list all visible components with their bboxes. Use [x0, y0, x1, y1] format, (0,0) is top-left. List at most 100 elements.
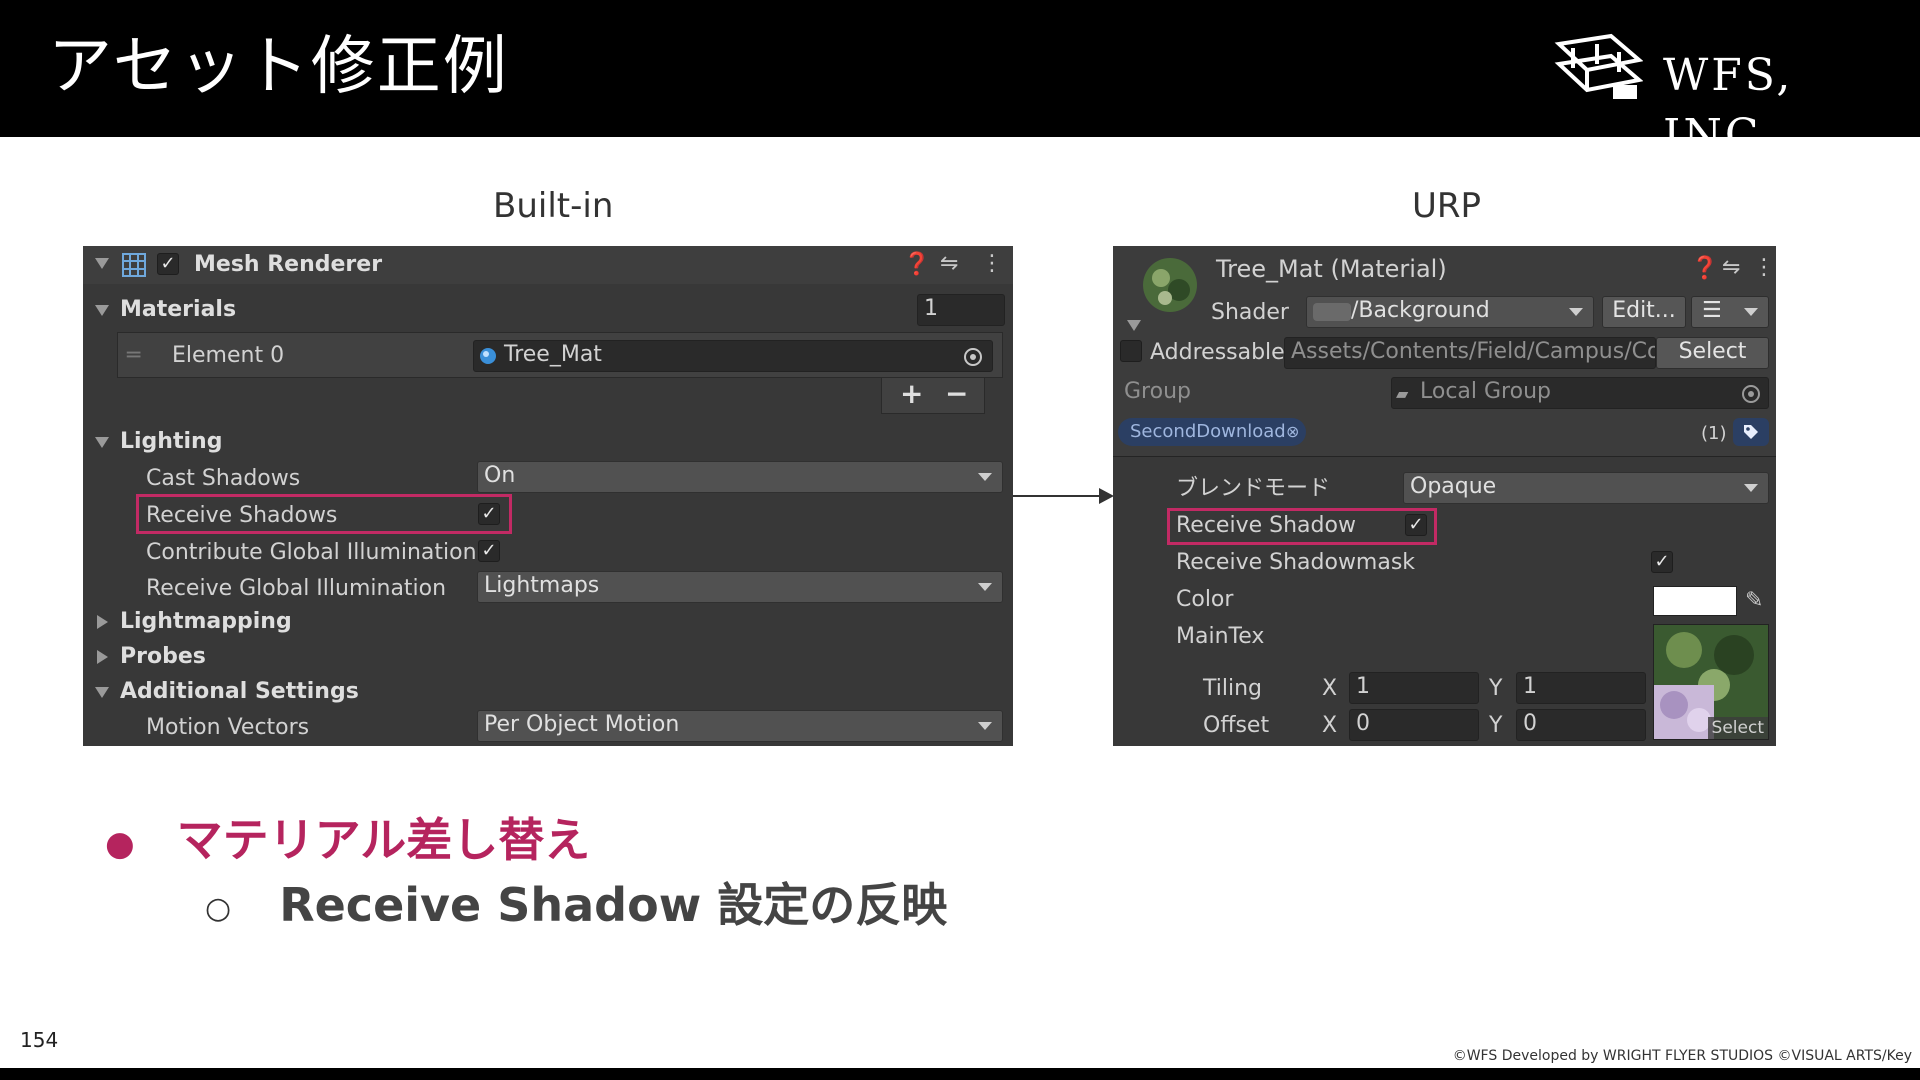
offset-x-field[interactable]: 0 [1349, 709, 1479, 741]
object-picker-icon[interactable] [1741, 384, 1761, 404]
more-menu-icon[interactable]: ⋮ [1753, 256, 1775, 280]
offset-y-label: Y [1489, 713, 1503, 738]
addressable-select-button[interactable]: Select [1656, 337, 1769, 369]
lightmapping-label: Lightmapping [120, 609, 292, 634]
lightmapping-fold-icon[interactable] [97, 615, 108, 629]
remove-element-button[interactable]: − [945, 380, 968, 408]
material-fold-icon[interactable] [1127, 320, 1141, 331]
addressable-checkbox[interactable] [1120, 340, 1142, 362]
shader-edit-button[interactable]: Edit... [1602, 296, 1686, 328]
cast-shadows-label: Cast Shadows [146, 466, 301, 491]
addressable-path-field[interactable]: Assets/Contents/Field/Campus/Co [1284, 337, 1656, 369]
tag-label: SecondDownload [1130, 421, 1286, 442]
receive-shadowmask-label: Receive Shadowmask [1176, 550, 1416, 575]
tag-icon-button[interactable] [1733, 418, 1769, 446]
cast-shadows-value: On [484, 463, 516, 488]
motion-vectors-value: Per Object Motion [484, 712, 680, 737]
probes-label: Probes [120, 644, 206, 669]
blend-mode-label: ブレンドモード [1176, 476, 1331, 501]
lighting-fold-icon[interactable] [95, 437, 109, 448]
builtin-caption: Built-in [493, 186, 614, 226]
footer-bar [0, 1068, 1920, 1080]
contribute-gi-checkbox[interactable]: ✓ [478, 540, 500, 562]
materials-fold-icon[interactable] [95, 305, 109, 316]
bullet-dot-icon: ● [105, 823, 135, 864]
object-picker-icon[interactable] [963, 347, 983, 367]
receive-shadow-highlight [1167, 508, 1437, 545]
texture-select-button[interactable]: Select [1707, 717, 1768, 739]
shader-value: /Background [1351, 298, 1490, 323]
chevron-down-icon [978, 722, 992, 730]
group-object-field[interactable]: Local Group [1391, 377, 1769, 409]
folder-icon: ▰ [1396, 384, 1409, 403]
lighting-label: Lighting [120, 429, 223, 454]
cast-shadows-dropdown[interactable]: On [477, 461, 1003, 493]
page-number: 154 [20, 1028, 59, 1052]
bullet-main-text: マテリアル差し替え [176, 813, 591, 867]
element0-object-field[interactable]: Tree_Mat [473, 340, 993, 372]
motion-vectors-dropdown[interactable]: Per Object Motion [477, 710, 1003, 742]
header-separator [1113, 456, 1776, 457]
receive-shadowmask-checkbox[interactable]: ✓ [1651, 551, 1673, 573]
addressable-label: Addressable [1150, 340, 1285, 365]
bullet-circle-icon: ○ [205, 890, 232, 926]
receive-gi-value: Lightmaps [484, 573, 600, 598]
shader-path-blur [1313, 303, 1351, 321]
receive-shadows-highlight [136, 494, 512, 534]
offset-x-label: X [1322, 713, 1338, 738]
shader-options-dropdown[interactable]: ☰ [1691, 296, 1769, 328]
bullet-sub-text: Receive Shadow 設定の反映 [279, 878, 948, 932]
shader-label: Shader [1211, 300, 1289, 325]
component-enabled-checkbox[interactable]: ✓ [157, 253, 179, 275]
company-logo-text: WFS, INC. [1663, 50, 1794, 161]
receive-gi-dropdown[interactable]: Lightmaps [477, 571, 1003, 603]
collapse-arrow-icon[interactable] [95, 258, 109, 269]
builtin-inspector-panel: ✓ Mesh Renderer ❓ ⇋ ⋮ Materials 1 ═ Elem… [83, 246, 1013, 746]
more-menu-icon[interactable]: ⋮ [981, 252, 1003, 276]
help-icon[interactable]: ❓ [1691, 257, 1718, 281]
color-label: Color [1176, 587, 1234, 612]
tiling-y-field[interactable]: 1 [1516, 672, 1646, 704]
bullet-material-replace: ● マテリアル差し替え [105, 810, 590, 874]
eyedropper-icon[interactable]: ✎ [1745, 589, 1763, 613]
blend-mode-dropdown[interactable]: Opaque [1403, 472, 1769, 504]
group-label: Group [1124, 379, 1191, 404]
list-icon: ☰ [1702, 298, 1722, 323]
tag-icon [1744, 425, 1758, 439]
material-title: Tree_Mat (Material) [1216, 255, 1447, 283]
material-preview-icon [1143, 258, 1197, 312]
preset-icon[interactable]: ⇋ [940, 252, 958, 276]
preset-icon[interactable]: ⇋ [1722, 256, 1740, 280]
additional-settings-label: Additional Settings [120, 679, 359, 704]
tag-count: (1) [1701, 423, 1727, 444]
bullet-receive-shadow: ○ Receive Shadow 設定の反映 [205, 875, 947, 939]
chevron-down-icon [1744, 308, 1758, 316]
add-element-button[interactable]: + [900, 380, 923, 408]
element0-label: Element 0 [172, 343, 285, 368]
probes-fold-icon[interactable] [97, 650, 108, 664]
color-swatch[interactable] [1653, 586, 1737, 616]
label-tag-chip[interactable]: SecondDownload ⊗ [1118, 418, 1306, 446]
biplane-logo-icon [1554, 33, 1643, 99]
copyright-notice: ©WFS Developed by WRIGHT FLYER STUDIOS ©… [1452, 1048, 1912, 1064]
urp-caption: URP [1412, 186, 1482, 226]
drag-handle-icon[interactable]: ═ [127, 344, 140, 368]
maintex-label: MainTex [1176, 624, 1265, 649]
blend-mode-value: Opaque [1410, 474, 1497, 499]
mesh-grid-icon [122, 253, 146, 277]
maintex-thumbnail[interactable]: Select [1653, 624, 1769, 740]
additional-settings-fold-icon[interactable] [95, 687, 109, 698]
offset-y-field[interactable]: 0 [1516, 709, 1646, 741]
receive-gi-label: Receive Global Illumination [146, 576, 447, 601]
slide-header: アセット修正例 WFS, INC. [0, 0, 1920, 161]
urp-inspector-panel: Tree_Mat (Material) ❓ ⇋ ⋮ Shader /Backgr… [1113, 246, 1776, 746]
offset-label: Offset [1203, 713, 1270, 738]
list-footer [881, 378, 985, 414]
materials-count-field[interactable]: 1 [917, 294, 1005, 326]
slide-title: アセット修正例 [48, 30, 509, 104]
remove-tag-icon[interactable]: ⊗ [1286, 418, 1299, 446]
tiling-y-label: Y [1489, 676, 1503, 701]
tiling-x-field[interactable]: 1 [1349, 672, 1479, 704]
chevron-down-icon [1569, 308, 1583, 316]
help-icon[interactable]: ❓ [903, 253, 930, 277]
